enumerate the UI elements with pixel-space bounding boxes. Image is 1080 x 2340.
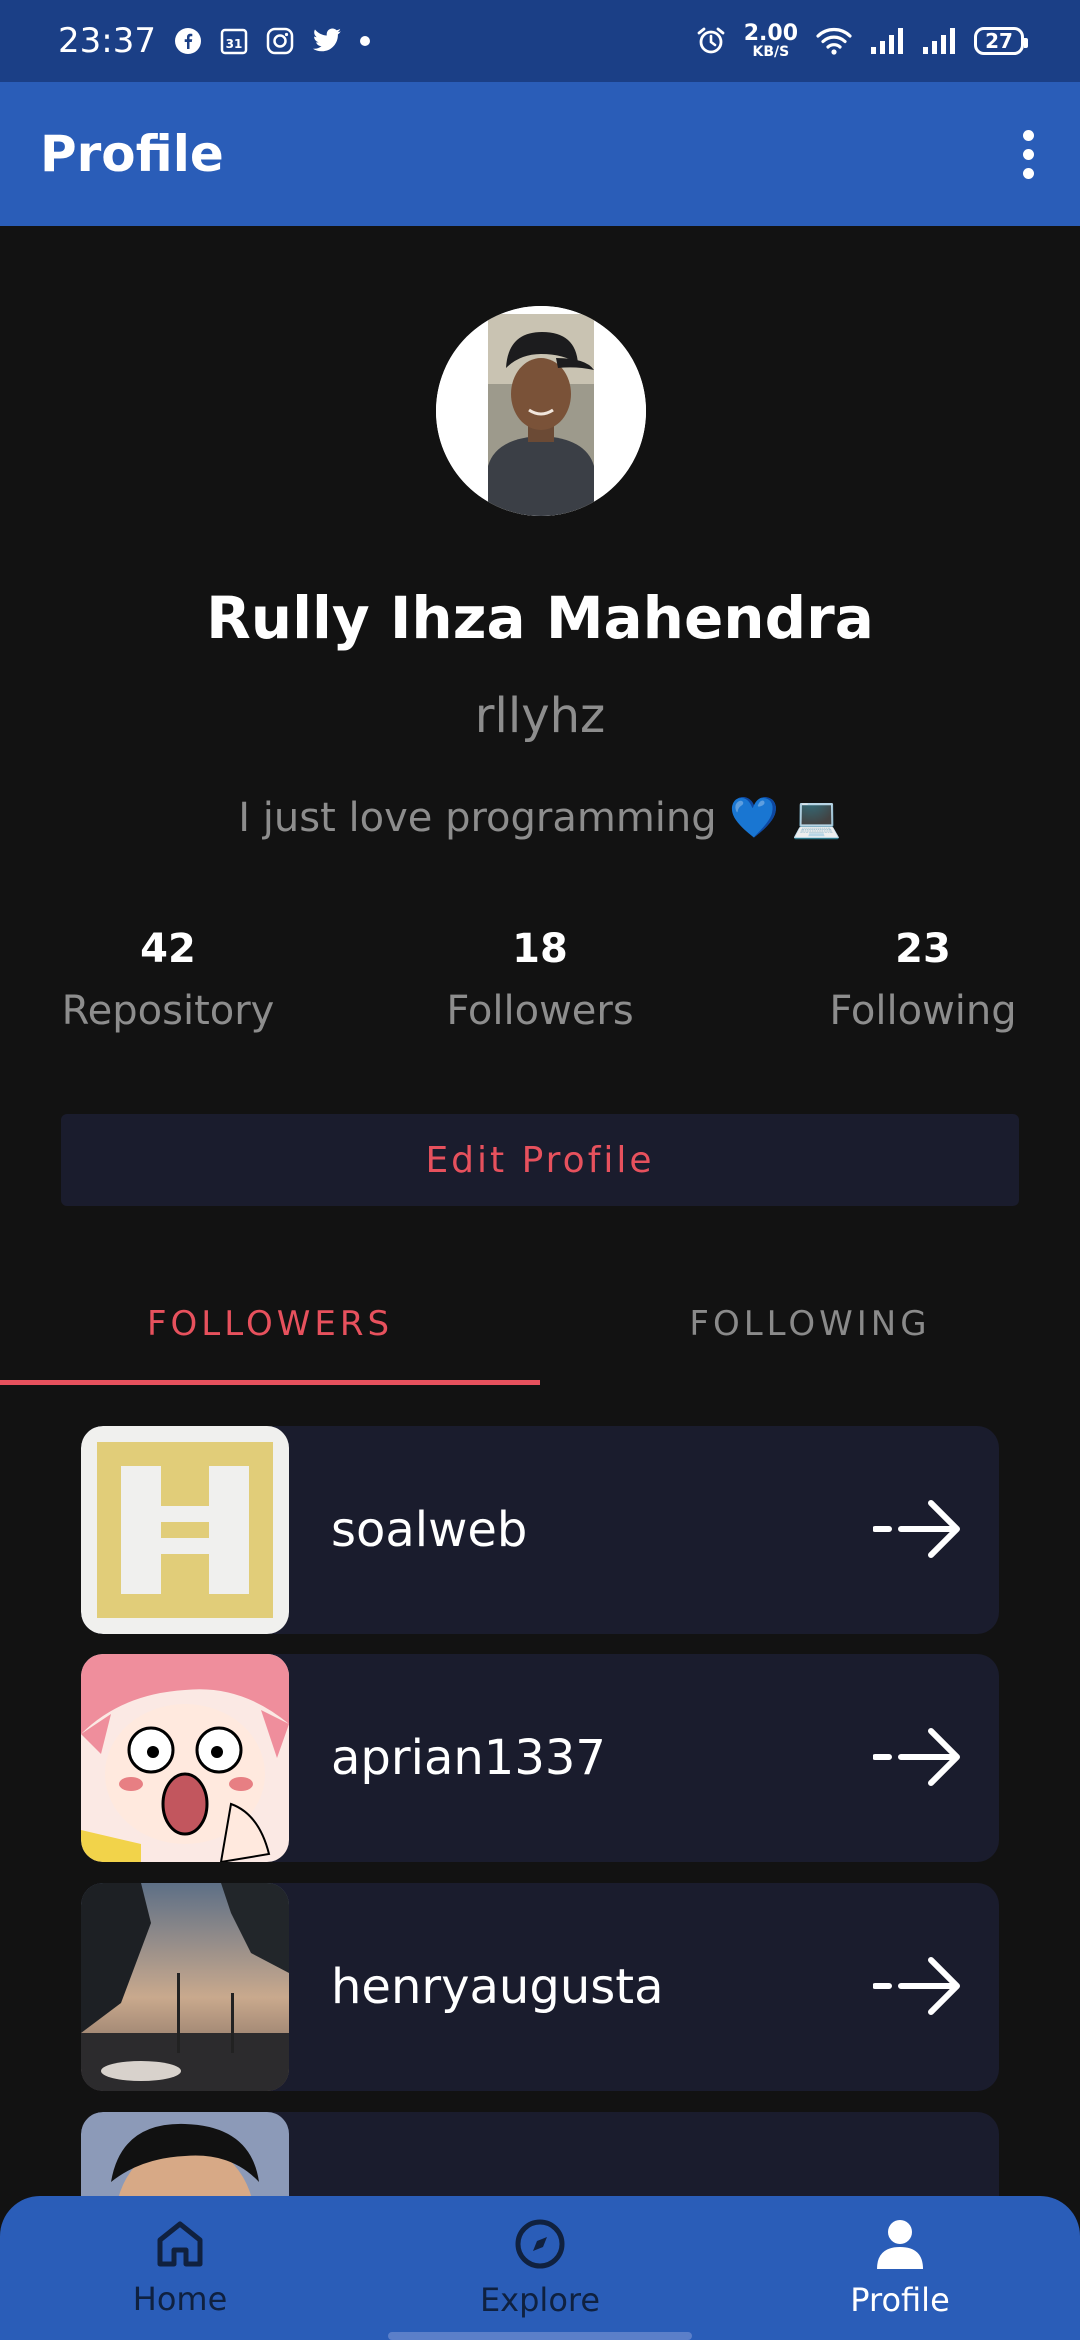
status-bar-right: 2.00 KB/S 27 xyxy=(696,21,1028,60)
page-title: Profile xyxy=(40,125,224,183)
status-bar-left: 23:37 31 xyxy=(58,21,370,61)
alarm-icon xyxy=(696,26,726,56)
stat-label: Following xyxy=(829,988,1017,1034)
home-indicator xyxy=(388,2332,692,2340)
edit-profile-button[interactable]: Edit Profile xyxy=(61,1114,1019,1206)
compass-icon xyxy=(515,2219,565,2269)
nav-explore[interactable]: Explore xyxy=(360,2196,720,2340)
arrow-right-icon[interactable] xyxy=(873,1496,963,1562)
profile-username: rllyhz xyxy=(474,688,606,744)
stat-label: Repository xyxy=(61,988,275,1034)
tab-following[interactable]: FOLLOWING xyxy=(540,1264,1080,1384)
nav-label: Profile xyxy=(850,2281,950,2319)
follower-username: aprian1337 xyxy=(331,1730,606,1786)
tab-bar: FOLLOWERS FOLLOWING xyxy=(0,1264,1080,1384)
person-icon xyxy=(877,2220,923,2269)
profile-bio: I just love programming 💙 💻 xyxy=(238,795,842,841)
battery-level: 27 xyxy=(985,29,1013,53)
twitter-icon xyxy=(312,28,342,54)
stat-value: 18 xyxy=(512,926,568,972)
tab-followers[interactable]: FOLLOWERS xyxy=(0,1264,540,1384)
follower-username: henryaugusta xyxy=(331,1959,664,2015)
signal-icon xyxy=(922,27,956,55)
svg-text:31: 31 xyxy=(226,37,243,51)
stat-value: 42 xyxy=(140,926,196,972)
instagram-icon xyxy=(266,27,294,55)
follower-username: soalweb xyxy=(331,1502,528,1558)
app-bar: Profile xyxy=(0,82,1080,226)
bottom-navigation: Home Explore Profile xyxy=(0,2196,1080,2340)
user-avatar xyxy=(81,1426,289,1634)
stat-value: 23 xyxy=(895,926,951,972)
signal-icon xyxy=(870,27,904,55)
network-speed-value: 2.00 xyxy=(743,21,798,46)
home-icon xyxy=(157,2221,203,2267)
more-vert-icon[interactable] xyxy=(996,122,1060,186)
network-speed: 2.00 KB/S xyxy=(743,21,798,60)
list-item[interactable]: soalweb xyxy=(81,1426,999,1634)
user-avatar xyxy=(81,1654,289,1862)
profile-name: Rully Ihza Mahendra xyxy=(206,584,874,652)
battery-icon: 27 xyxy=(974,27,1028,55)
network-speed-unit: KB/S xyxy=(752,44,790,60)
stat-followers: 18 Followers xyxy=(390,920,690,1034)
calendar-icon: 31 xyxy=(220,27,248,55)
stat-following: 23 Following xyxy=(773,920,1073,1034)
wifi-icon xyxy=(816,27,852,55)
profile-avatar xyxy=(436,306,646,516)
list-item[interactable]: aprian1337 xyxy=(81,1654,999,1862)
arrow-right-icon[interactable] xyxy=(873,1953,963,2019)
stat-repository: 42 Repository xyxy=(18,920,318,1034)
list-item[interactable]: henryaugusta xyxy=(81,1883,999,2091)
facebook-icon xyxy=(174,27,202,55)
user-avatar xyxy=(81,1883,289,2091)
nav-profile[interactable]: Profile xyxy=(720,2196,1080,2340)
status-time: 23:37 xyxy=(58,21,156,61)
arrow-right-icon[interactable] xyxy=(873,1724,963,1790)
nav-label: Explore xyxy=(479,2281,601,2319)
stat-label: Followers xyxy=(446,988,634,1034)
nav-label: Home xyxy=(132,2280,228,2318)
notification-dot xyxy=(359,36,370,46)
tab-indicator xyxy=(0,1380,540,1385)
nav-home[interactable]: Home xyxy=(0,2196,360,2340)
status-bar: 23:37 31 2.00 KB/S 27 xyxy=(0,0,1080,82)
